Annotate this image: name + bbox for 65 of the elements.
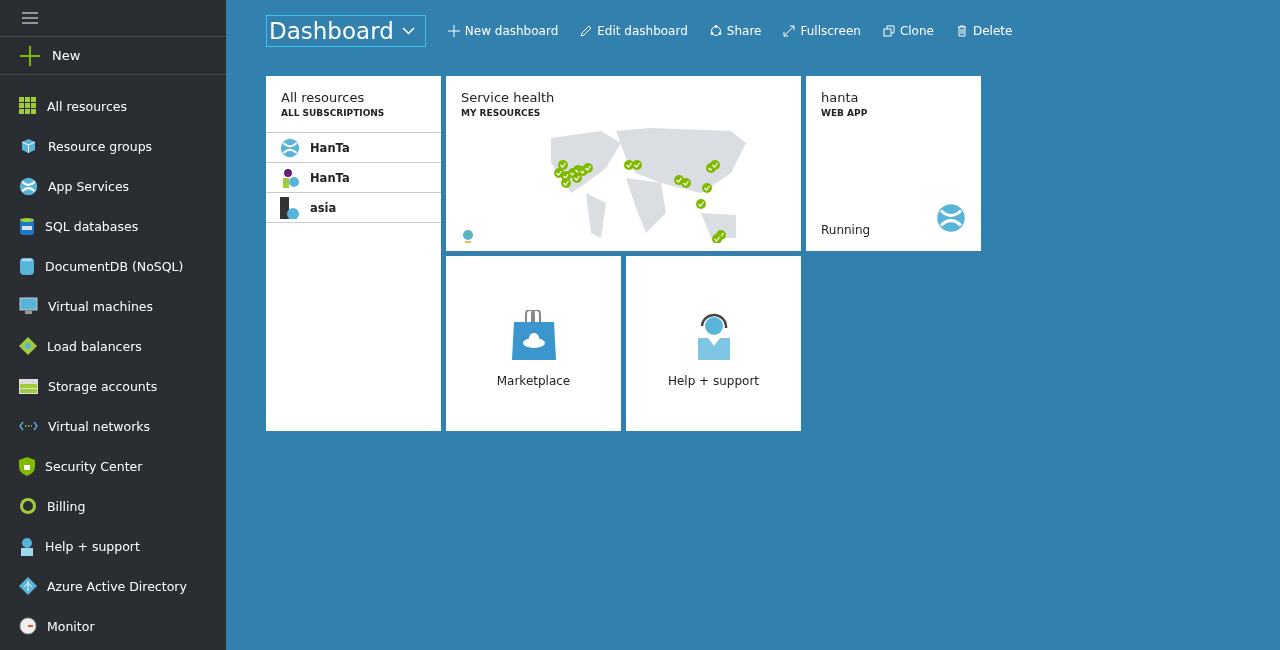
sidebar-item[interactable]: Virtual networks bbox=[0, 406, 226, 446]
share-icon bbox=[709, 25, 722, 37]
sidebar-item[interactable]: Virtual machines bbox=[0, 286, 226, 326]
server-cloud-icon bbox=[280, 196, 300, 219]
globe-icon bbox=[936, 203, 966, 233]
toolbar-button[interactable]: Delete bbox=[955, 24, 1013, 38]
toolbar-button[interactable]: Edit dashboard bbox=[580, 24, 688, 38]
pencil-icon bbox=[580, 25, 593, 37]
chevron-down-icon bbox=[401, 27, 415, 35]
resource-row[interactable]: HanTa bbox=[266, 163, 441, 193]
globe-icon bbox=[280, 137, 300, 158]
sidebar-item[interactable]: SQL databases bbox=[0, 206, 226, 246]
monitor-icon bbox=[19, 297, 38, 315]
globe-icon bbox=[19, 176, 38, 196]
sidebar-item[interactable]: Load balancers bbox=[0, 326, 226, 366]
sidebar-item[interactable]: Azure Active Directory bbox=[0, 566, 226, 606]
plus-icon bbox=[447, 25, 460, 37]
grid-icon bbox=[19, 97, 37, 115]
database-icon bbox=[19, 216, 35, 236]
dashboard-dropdown[interactable]: Dashboard bbox=[266, 15, 426, 47]
sidebar-item[interactable]: All resources bbox=[0, 86, 226, 126]
dashboard-tile[interactable]: Help + support bbox=[626, 256, 801, 431]
shopping-bag-icon bbox=[511, 309, 556, 360]
tile-title: All resources bbox=[280, 90, 366, 105]
expand-icon bbox=[783, 25, 796, 37]
toolbar-button[interactable]: New dashboard bbox=[447, 24, 559, 38]
sidebar-item[interactable]: Billing bbox=[0, 486, 226, 526]
sidebar-item[interactable]: Resource groups bbox=[0, 126, 226, 166]
toolbar-button[interactable]: Clone bbox=[882, 24, 934, 38]
tile-title: hanta bbox=[820, 90, 860, 105]
sidebar-item[interactable]: Help + support bbox=[0, 526, 226, 566]
tile-subtitle: ALL SUBSCRIPTIONS bbox=[280, 108, 386, 118]
copy-icon bbox=[882, 25, 895, 37]
new-button[interactable]: New bbox=[0, 37, 226, 75]
diamond-icon bbox=[19, 337, 37, 355]
menu-icon bbox=[22, 12, 38, 24]
toolbar-button[interactable]: Fullscreen bbox=[783, 24, 861, 38]
dashboard-tile[interactable]: Marketplace bbox=[446, 256, 621, 431]
database-icon bbox=[19, 256, 35, 276]
sidebar-item[interactable]: App Services bbox=[0, 166, 226, 206]
sidebar-item[interactable]: Storage accounts bbox=[0, 366, 226, 406]
tile-title: Service health bbox=[460, 90, 556, 105]
dashboard-tile[interactable]: hanta WEB APP Running bbox=[806, 76, 981, 251]
cube-icon bbox=[19, 137, 38, 155]
status-text: Running bbox=[821, 223, 871, 237]
sidebar-item[interactable]: DocumentDB (NoSQL) bbox=[0, 246, 226, 286]
sidebar-item[interactable]: Monitor bbox=[0, 606, 226, 646]
tile-subtitle: WEB APP bbox=[820, 108, 869, 118]
person-icon bbox=[19, 536, 35, 556]
tile-subtitle: MY RESOURCES bbox=[460, 108, 542, 118]
resource-row[interactable]: HanTa bbox=[266, 133, 441, 163]
toolbar-button[interactable]: Share bbox=[709, 24, 762, 38]
dashboard-tile[interactable]: All resources ALL SUBSCRIPTIONS HanTa HanTa asia bbox=[266, 76, 441, 431]
diamond-icon bbox=[19, 577, 37, 595]
plus-icon bbox=[20, 45, 40, 66]
shield-icon bbox=[19, 456, 35, 476]
tile-label: Help + support bbox=[667, 373, 760, 388]
storage-icon bbox=[19, 378, 38, 394]
globe-icon bbox=[461, 229, 475, 243]
dashboard-tile[interactable]: Service health MY RESOURCES bbox=[446, 76, 801, 251]
tile-label: Marketplace bbox=[496, 373, 571, 388]
trash-icon bbox=[955, 25, 968, 37]
sidebar-item[interactable]: Security Center bbox=[0, 446, 226, 486]
resource-row[interactable]: asia bbox=[266, 193, 441, 223]
code-brackets-icon bbox=[19, 421, 38, 431]
